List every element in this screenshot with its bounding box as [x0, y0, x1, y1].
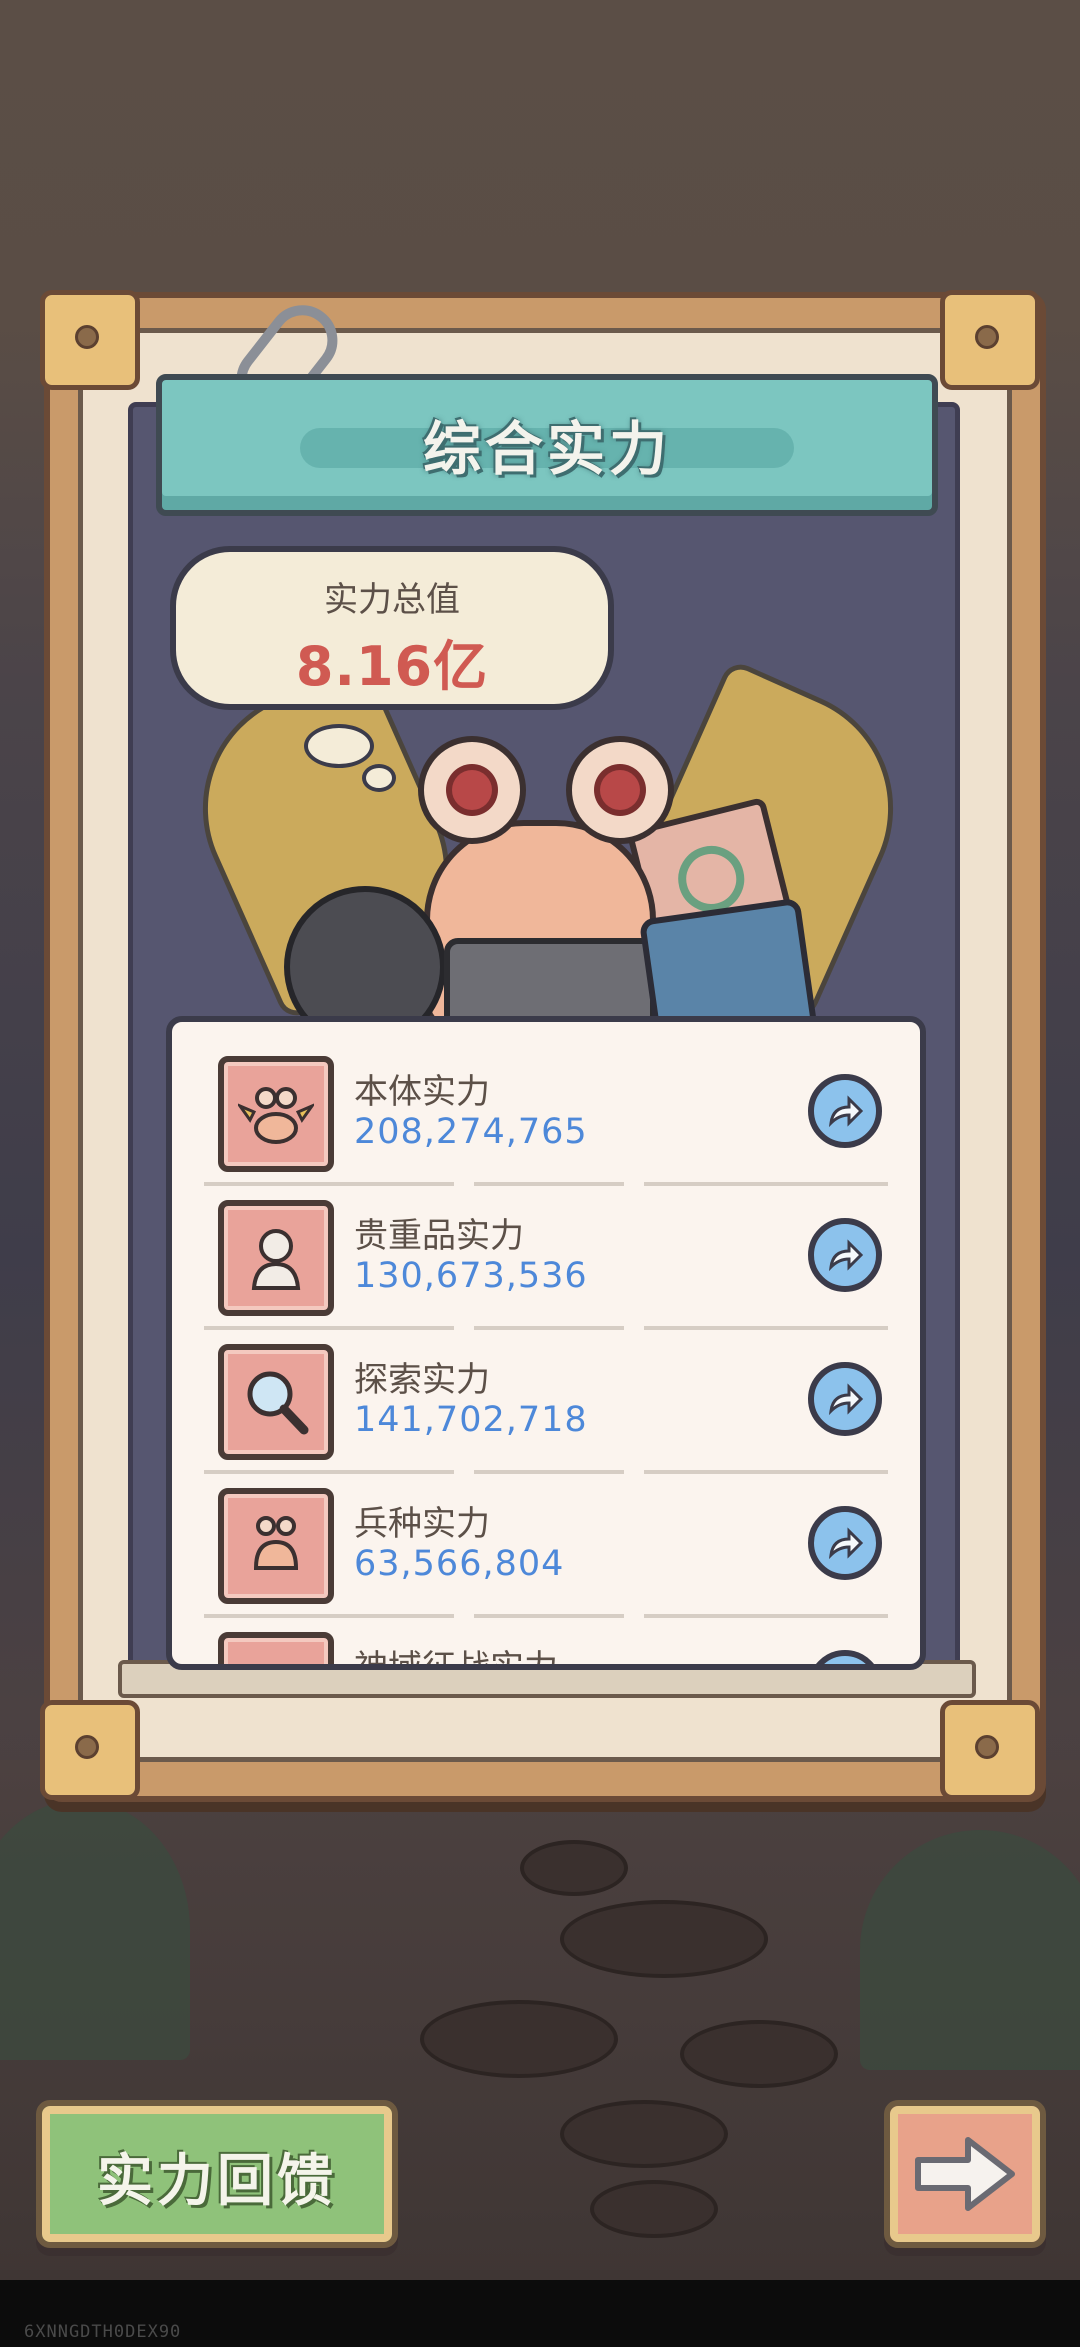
- winged-snail-icon: [218, 1056, 334, 1172]
- total-power-value: 8.16亿: [295, 635, 489, 698]
- snail-eye-left: [418, 736, 526, 844]
- share-arrow-icon[interactable]: [808, 1650, 882, 1664]
- snail-eye-right: [566, 736, 674, 844]
- power-feedback-button[interactable]: 实力回馈: [36, 2100, 398, 2248]
- item-name: 贵重品实力: [354, 1216, 524, 1256]
- item-name: 本体实力: [354, 1072, 490, 1112]
- list-item-partial: 神域征战实力: [172, 1598, 920, 1670]
- item-value: 141,702,718: [354, 1400, 588, 1440]
- list-item-explore-power: 探索实力 141,702,718: [172, 1310, 920, 1474]
- list-item-troop-power: 兵种实力 63,566,804: [172, 1454, 920, 1618]
- thought-dot: [304, 724, 374, 768]
- item-name: 探索实力: [354, 1360, 490, 1400]
- item-name: 兵种实力: [354, 1504, 490, 1544]
- stepping-stone: [680, 2020, 838, 2088]
- share-arrow-icon[interactable]: [808, 1074, 882, 1148]
- next-button[interactable]: [884, 2100, 1046, 2248]
- bust-statue-icon: [218, 1200, 334, 1316]
- list-item-body-power: 本体实力 208,274,765: [172, 1022, 920, 1186]
- list-item-treasure-power: 贵重品实力 130,673,536: [172, 1166, 920, 1330]
- power-feedback-label: 实力回馈: [97, 2149, 337, 2214]
- bush: [860, 1830, 1080, 2070]
- arrow-right-icon: [915, 2137, 1015, 2211]
- frame-corner: [40, 290, 140, 390]
- title-banner: 综合实力: [156, 374, 938, 516]
- stepping-stone: [560, 1900, 768, 1978]
- stepping-stone: [590, 2180, 718, 2238]
- item-value: 63,566,804: [354, 1544, 565, 1584]
- thought-dot: [362, 764, 396, 792]
- stepping-stone: [520, 1840, 628, 1896]
- share-arrow-icon[interactable]: [808, 1218, 882, 1292]
- item-name: 神域征战实力: [354, 1648, 558, 1670]
- total-power-label: 实力总值: [324, 580, 460, 620]
- frame-corner: [40, 1700, 140, 1800]
- item-value: 208,274,765: [354, 1112, 588, 1152]
- power-list[interactable]: 本体实力 208,274,765 贵重品实力 130,673,536 探索实力: [166, 1016, 926, 1670]
- partial-item-icon: [218, 1632, 334, 1664]
- magnifier-icon: [218, 1344, 334, 1460]
- stepping-stone: [560, 2100, 728, 2168]
- frame-corner: [940, 1700, 1040, 1800]
- stepping-stone: [420, 2000, 618, 2078]
- share-arrow-icon[interactable]: [808, 1362, 882, 1436]
- total-power-bubble: 实力总值 8.16亿: [170, 546, 614, 710]
- share-arrow-icon[interactable]: [808, 1506, 882, 1580]
- bug-soldier-icon: [218, 1488, 334, 1604]
- watermark-text: 6XNNGDTH0DEX90: [24, 2322, 182, 2342]
- page-title: 综合实力: [422, 415, 671, 483]
- item-value: 130,673,536: [354, 1256, 588, 1296]
- frame-corner: [940, 290, 1040, 390]
